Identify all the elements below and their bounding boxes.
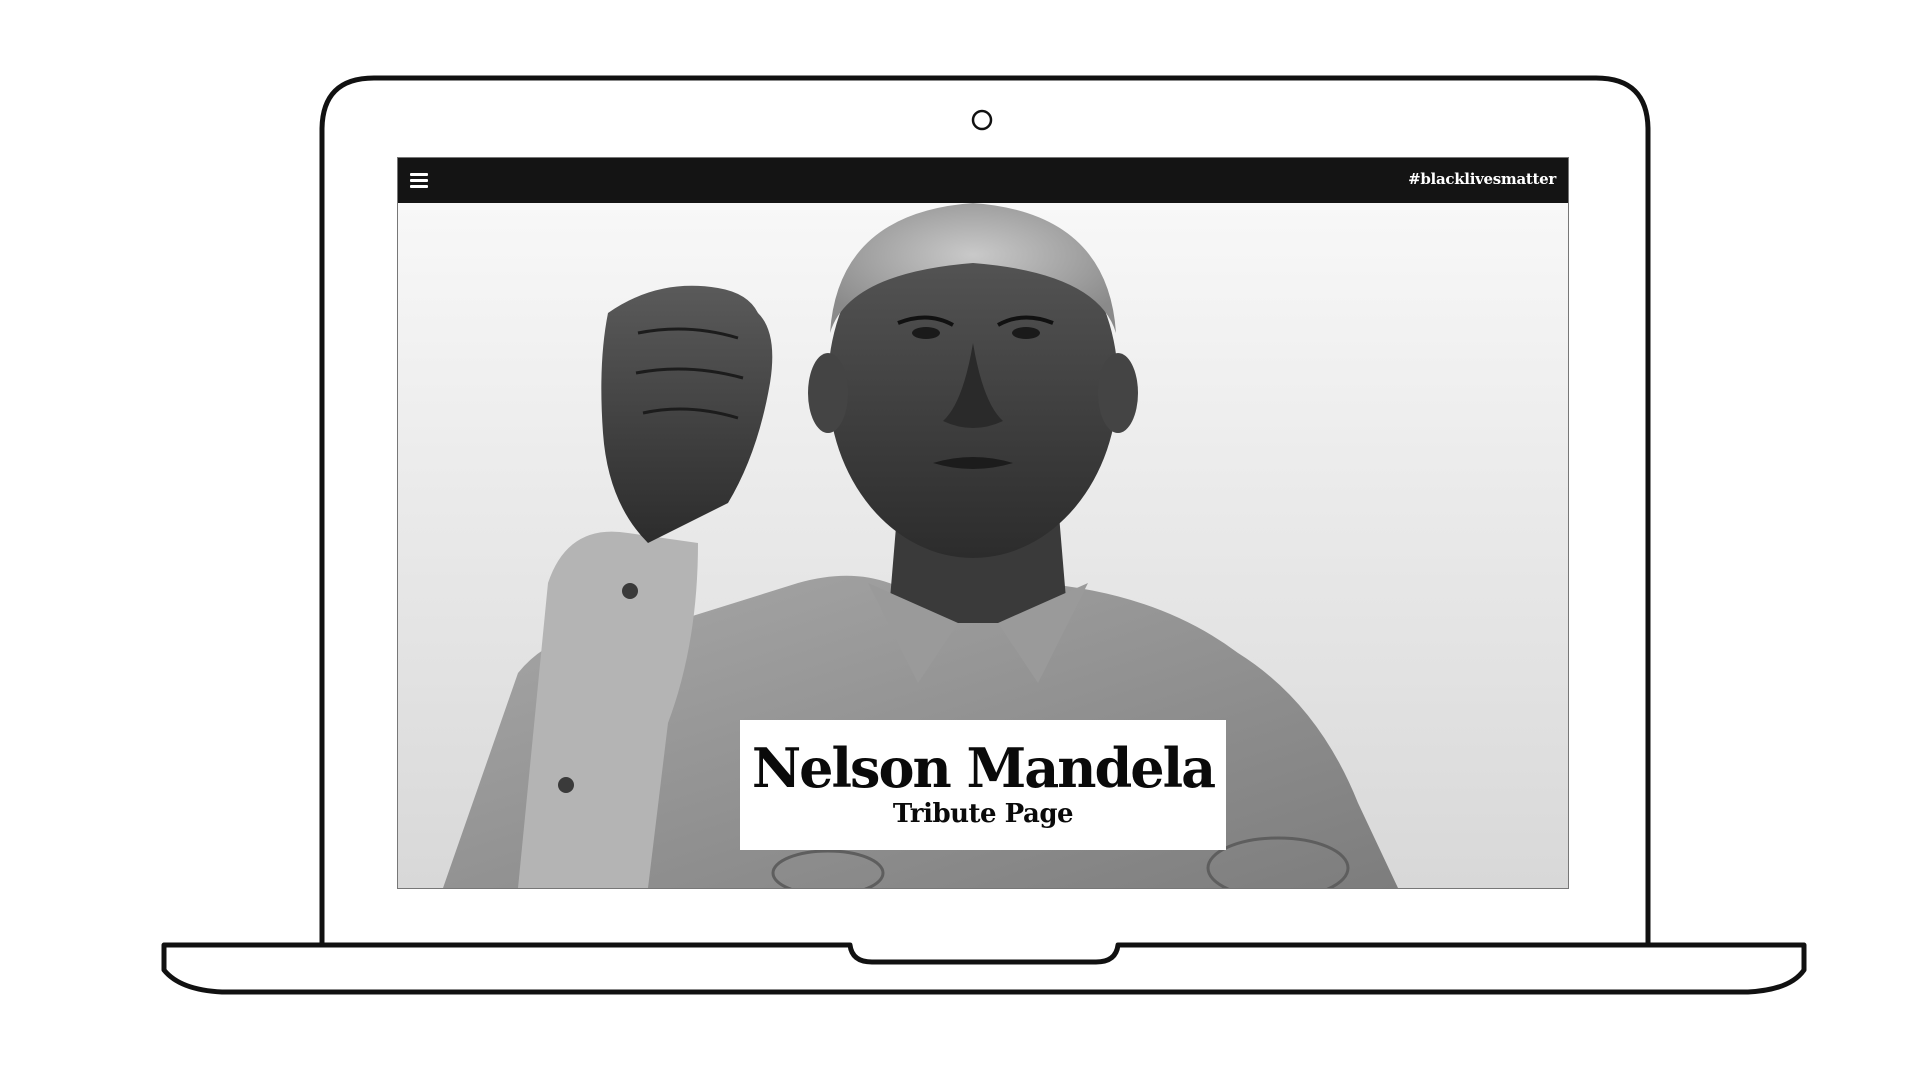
page-subtitle: Tribute Page — [892, 799, 1074, 829]
laptop-mockup-scene: #blacklivesmatter Nelson Mandela Tribute… — [0, 0, 1920, 1080]
hashtag-link[interactable]: #blacklivesmatter — [1408, 170, 1556, 188]
webcam-icon — [971, 109, 993, 131]
hamburger-menu-icon[interactable] — [410, 171, 428, 189]
hero-title-card: Nelson Mandela Tribute Page — [740, 720, 1226, 850]
page-title: Nelson Mandela — [751, 736, 1216, 800]
top-navbar: #blacklivesmatter — [398, 158, 1568, 203]
browser-screen: #blacklivesmatter Nelson Mandela Tribute… — [397, 157, 1569, 889]
